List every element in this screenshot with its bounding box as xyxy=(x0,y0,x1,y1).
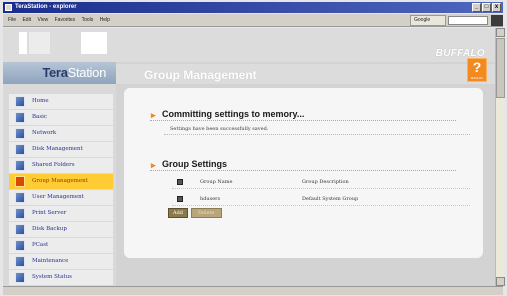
main-area: BUFFALO Group Management ? MANUAL xyxy=(116,28,495,286)
browser-window: TeraStation - explorer _ □ x File Edit V… xyxy=(0,0,507,296)
sidebar-item-label: Shared Folders xyxy=(32,162,75,168)
menu-tools[interactable]: Tools xyxy=(82,14,94,27)
terastation-logo: TeraStation xyxy=(3,62,116,84)
menu-favorites[interactable]: Favorites xyxy=(55,14,76,27)
maximize-button[interactable]: □ xyxy=(482,3,491,12)
logo-prefix: Tera xyxy=(42,65,68,80)
printer-icon xyxy=(15,208,25,219)
sidebar-item-maintenance[interactable]: Maintenance xyxy=(9,254,113,269)
vertical-scrollbar[interactable] xyxy=(495,28,505,286)
window-title: TeraStation - explorer xyxy=(15,4,77,10)
sidebar-item-label: Group Management xyxy=(32,178,88,184)
row-checkbox[interactable] xyxy=(177,196,183,202)
sidebar-item-basic[interactable]: Basic xyxy=(9,110,113,125)
delete-button[interactable]: Delete xyxy=(191,208,222,218)
success-message: Settings have been successfully saved. xyxy=(170,126,269,132)
toolbar-search-input[interactable] xyxy=(448,16,488,25)
sidebar-item-pcast[interactable]: PCast xyxy=(9,238,113,253)
sidebar-item-user-management[interactable]: User Management xyxy=(9,190,113,205)
status-icon xyxy=(15,272,25,283)
title-bar: TeraStation - explorer _ □ x xyxy=(3,2,503,13)
sidebar-item-label: Disk Backup xyxy=(32,226,67,232)
pcast-icon xyxy=(15,240,25,251)
google-toolbar-button[interactable]: Google xyxy=(410,15,446,26)
sidebar-item-home[interactable]: Home xyxy=(9,94,113,109)
header-block xyxy=(19,32,27,54)
add-button[interactable]: Add xyxy=(168,208,189,218)
sidebar-item-label: Basic xyxy=(32,114,47,120)
divider xyxy=(164,134,470,135)
menu-file[interactable]: File xyxy=(8,14,16,27)
folder-icon xyxy=(15,160,25,171)
minimize-button[interactable]: _ xyxy=(472,3,481,12)
sidebar-item-label: Print Server xyxy=(32,210,67,216)
sidebar-item-label: User Management xyxy=(32,194,84,200)
scroll-thumb[interactable] xyxy=(496,38,505,98)
group-settings-heading: ▸ Group Settings xyxy=(150,158,456,171)
sidebar-item-label: Maintenance xyxy=(32,258,69,264)
group-description-cell: Default System Group xyxy=(302,196,359,202)
group-settings-section: ▸ Group Settings xyxy=(150,158,456,171)
left-column: TeraStation Home Basic Network Disk Mana… xyxy=(3,28,116,286)
page-header: Group Management ? MANUAL xyxy=(116,58,495,84)
commit-heading: ▸ Committing settings to memory... xyxy=(150,108,456,121)
table-actions: Add Delete xyxy=(168,208,222,218)
table-row: hdusers Default System Group xyxy=(172,193,470,206)
sidebar-item-label: Home xyxy=(32,98,49,104)
menu-view[interactable]: View xyxy=(37,14,48,27)
sidebar-nav: Home Basic Network Disk Management Share… xyxy=(9,94,113,286)
help-button[interactable]: ? MANUAL xyxy=(467,58,487,82)
commit-heading-text: Committing settings to memory... xyxy=(162,109,305,119)
section-bullet-icon: ▸ xyxy=(151,110,156,120)
section-bullet-icon: ▸ xyxy=(151,160,156,170)
select-all-checkbox[interactable] xyxy=(177,179,183,185)
sidebar-item-shared-folders[interactable]: Shared Folders xyxy=(9,158,113,173)
window-controls: _ □ x xyxy=(472,3,501,12)
menu-help[interactable]: Help xyxy=(100,14,110,27)
column-header-group-description: Group Description xyxy=(302,179,349,185)
app-icon xyxy=(5,4,12,11)
maintenance-icon xyxy=(15,256,25,267)
scroll-up-button[interactable] xyxy=(496,28,505,37)
sidebar-item-label: PCast xyxy=(32,242,49,248)
page-title: Group Management xyxy=(144,68,257,82)
home-icon xyxy=(15,96,25,107)
help-label: MANUAL xyxy=(470,76,484,80)
user-icon xyxy=(15,192,25,203)
sidebar-item-system-status[interactable]: System Status xyxy=(9,270,113,285)
group-name-cell: hdusers xyxy=(200,196,221,202)
top-banner: BUFFALO xyxy=(116,28,495,62)
close-button[interactable]: x xyxy=(492,3,501,12)
disk-icon xyxy=(15,144,25,155)
windows-logo-icon xyxy=(491,15,503,26)
sidebar-item-group-management[interactable]: Group Management xyxy=(9,174,113,189)
sidebar-item-label: Network xyxy=(32,130,57,136)
group-icon xyxy=(15,176,25,187)
sidebar-item-network[interactable]: Network xyxy=(9,126,113,141)
sidebar-item-disk-management[interactable]: Disk Management xyxy=(9,142,113,157)
sidebar-item-disk-backup[interactable]: Disk Backup xyxy=(9,222,113,237)
group-settings-heading-text: Group Settings xyxy=(162,159,227,169)
header-block xyxy=(81,32,107,54)
backup-icon xyxy=(15,224,25,235)
commit-section: ▸ Committing settings to memory... xyxy=(150,108,456,121)
scroll-down-button[interactable] xyxy=(496,277,505,286)
column-header-group-name: Group Name xyxy=(200,179,233,185)
sidebar-item-label: Disk Management xyxy=(32,146,83,152)
header-decoration xyxy=(3,28,116,62)
header-block xyxy=(29,32,50,54)
menu-bar: File Edit View Favorites Tools Help Goog… xyxy=(3,14,503,27)
network-icon xyxy=(15,128,25,139)
basic-icon xyxy=(15,112,25,123)
table-header-row: Group Name Group Description xyxy=(172,176,470,189)
sidebar-item-print-server[interactable]: Print Server xyxy=(9,206,113,221)
logo-suffix: Station xyxy=(67,65,107,80)
sidebar-item-label: System Status xyxy=(32,274,72,280)
menu-edit[interactable]: Edit xyxy=(22,14,31,27)
status-bar xyxy=(3,286,503,295)
